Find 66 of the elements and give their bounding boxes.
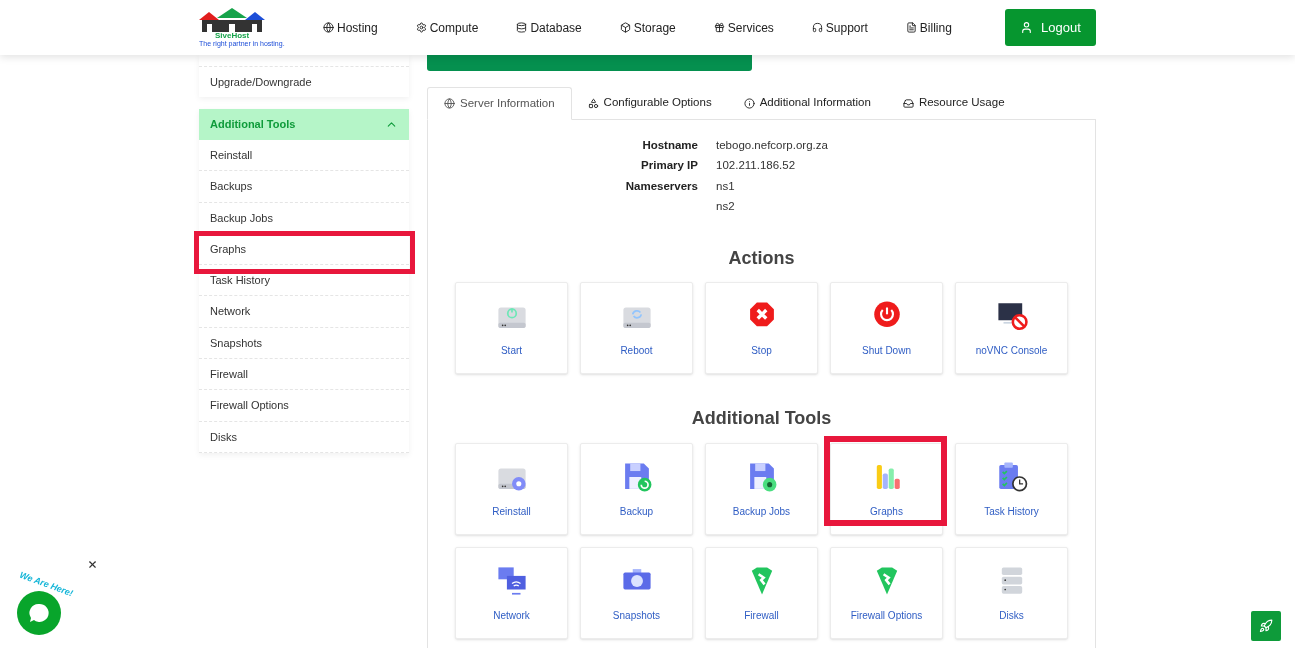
sidebar-item[interactable]: Firewall Options xyxy=(199,390,409,422)
tool-tile[interactable]: noVNC Console xyxy=(955,282,1068,374)
sidebar-item[interactable]: Disks xyxy=(199,421,409,453)
nav-link[interactable]: Billing xyxy=(905,18,952,37)
headset-icon xyxy=(811,22,823,33)
tool-tile[interactable]: Stop xyxy=(705,282,818,374)
sidebar-item[interactable]: Upgrade/Downgrade xyxy=(199,66,409,97)
info-value: ns2 xyxy=(716,198,735,214)
tool-tile[interactable]: Disks xyxy=(955,547,1068,639)
tab[interactable]: Resource Usage xyxy=(886,87,1021,119)
logo-icon xyxy=(199,8,265,32)
chat-bubble-icon xyxy=(28,602,50,624)
tool-tile[interactable]: Firewall Options xyxy=(830,547,943,639)
logo-name: SiveHost xyxy=(215,32,250,40)
tab[interactable]: Server Information xyxy=(427,87,572,120)
tool-tile[interactable]: Network xyxy=(455,547,568,639)
info-label: Hostname xyxy=(641,138,698,153)
document-icon xyxy=(905,22,917,33)
section-title: Actions xyxy=(727,247,796,270)
tab[interactable]: Additional Information xyxy=(727,87,887,119)
info-value: 102.211.186.52 xyxy=(716,158,796,174)
info-value: ns1 xyxy=(716,178,735,194)
chat-caption: We Are Here! xyxy=(17,568,75,601)
sidebar-item[interactable]: Reinstall xyxy=(199,140,409,172)
sidebar-item[interactable]: Network xyxy=(199,296,409,328)
user-icon xyxy=(1020,21,1034,34)
tool-tile[interactable]: Reboot xyxy=(580,282,693,374)
nav-link[interactable]: Compute xyxy=(415,18,479,37)
shapes-icon xyxy=(587,97,599,109)
nav-link[interactable]: Hosting xyxy=(323,18,378,37)
tool-tile[interactable]: Graphs xyxy=(830,443,943,535)
nav-link[interactable]: Database xyxy=(516,18,582,37)
sidebar-item[interactable]: Graphs xyxy=(199,233,409,266)
tray-icon xyxy=(902,97,914,109)
gear-icon xyxy=(415,22,427,33)
close-icon[interactable] xyxy=(86,558,98,570)
tool-tile[interactable]: Task History xyxy=(955,443,1068,535)
globe-icon xyxy=(323,22,334,33)
rocket-icon xyxy=(1259,619,1273,633)
gift-icon xyxy=(713,22,725,33)
nav-link[interactable]: Support xyxy=(811,18,868,37)
tool-tile[interactable]: Shut Down xyxy=(830,282,943,374)
tool-tile[interactable]: Backup Jobs xyxy=(705,443,818,535)
nav-link[interactable]: Services xyxy=(713,18,774,37)
nav-link[interactable]: Storage xyxy=(619,18,676,37)
tool-tile[interactable]: Start xyxy=(455,282,568,374)
tool-tile[interactable]: Snapshots xyxy=(580,547,693,639)
sidebar-item[interactable]: Task History xyxy=(199,265,409,297)
globe-icon xyxy=(444,98,455,109)
tool-tile[interactable]: Backup xyxy=(580,443,693,535)
tool-tile[interactable]: Reinstall xyxy=(455,443,568,535)
info-value: tebogo.nefcorp.org.za xyxy=(716,138,828,153)
logout-button[interactable]: Logout xyxy=(1005,9,1096,46)
sidebar-item[interactable]: Backups xyxy=(199,171,409,203)
info-label: Nameservers xyxy=(624,178,698,194)
scroll-top-button[interactable] xyxy=(1251,611,1281,641)
sidebar-item[interactable]: Firewall xyxy=(199,359,409,391)
tool-tile[interactable]: Firewall xyxy=(705,547,818,639)
info-icon xyxy=(743,97,755,109)
sidebar-item[interactable]: Backup Jobs xyxy=(199,202,409,234)
section-title: Additional Tools xyxy=(690,407,833,430)
database-icon xyxy=(516,22,528,33)
box-icon xyxy=(619,22,631,33)
tab[interactable]: Configurable Options xyxy=(571,87,728,119)
info-label: Primary IP xyxy=(640,158,698,174)
sidebar-item[interactable]: Snapshots xyxy=(199,327,409,360)
